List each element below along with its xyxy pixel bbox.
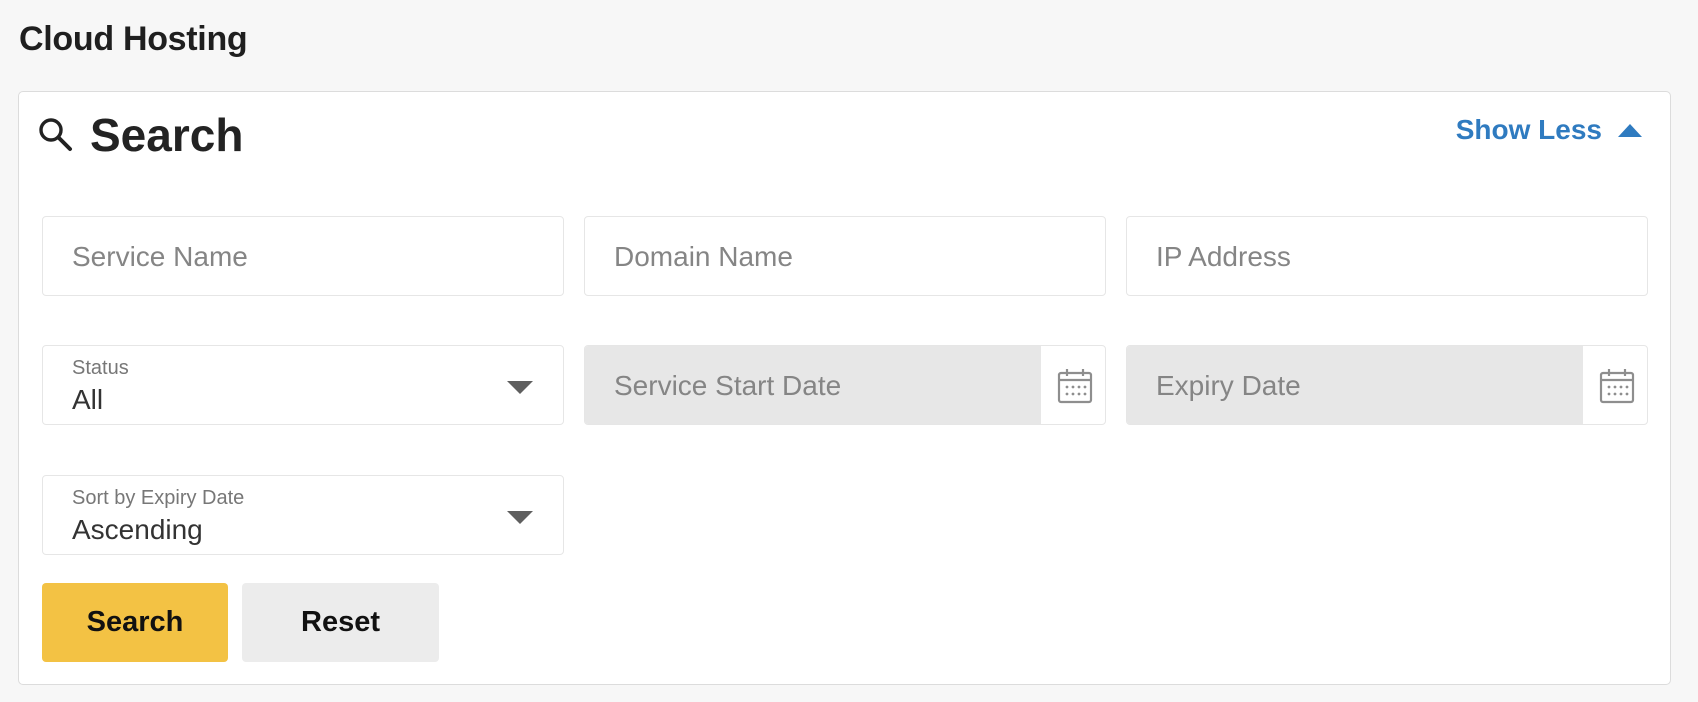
service-start-date-placeholder: Service Start Date <box>614 370 842 401</box>
search-icon <box>39 118 72 151</box>
expiry-date-input[interactable]: Expiry Date <box>1126 345 1648 425</box>
ip-address-placeholder: IP Address <box>1156 241 1291 272</box>
status-select[interactable]: Status All <box>42 345 564 425</box>
chevron-down-icon <box>507 511 533 524</box>
reset-button[interactable]: Reset <box>242 583 439 662</box>
ip-address-input[interactable]: IP Address <box>1126 216 1648 296</box>
sort-by-expiry-value: Ascending <box>72 514 203 545</box>
service-name-input[interactable]: Service Name <box>42 216 564 296</box>
status-label: Status <box>72 357 129 379</box>
status-value: All <box>72 384 104 415</box>
chevron-down-icon <box>507 381 533 394</box>
chevron-up-icon <box>1618 123 1642 137</box>
show-less-toggle[interactable]: Show Less <box>1456 114 1642 146</box>
service-name-placeholder: Service Name <box>72 241 248 272</box>
service-start-date-input[interactable]: Service Start Date <box>584 345 1106 425</box>
sort-by-expiry-label: Sort by Expiry Date <box>72 487 245 509</box>
search-panel-title: Search <box>90 109 244 161</box>
calendar-icon[interactable] <box>1055 366 1095 406</box>
show-less-label: Show Less <box>1455 114 1602 145</box>
calendar-icon[interactable] <box>1597 366 1637 406</box>
sort-by-expiry-select[interactable]: Sort by Expiry Date Ascending <box>42 475 564 555</box>
page-title: Cloud Hosting <box>19 20 248 58</box>
domain-name-input[interactable]: Domain Name <box>584 216 1106 296</box>
search-button[interactable]: Search <box>42 583 228 662</box>
domain-name-placeholder: Domain Name <box>614 241 793 272</box>
expiry-date-placeholder: Expiry Date <box>1156 370 1301 401</box>
